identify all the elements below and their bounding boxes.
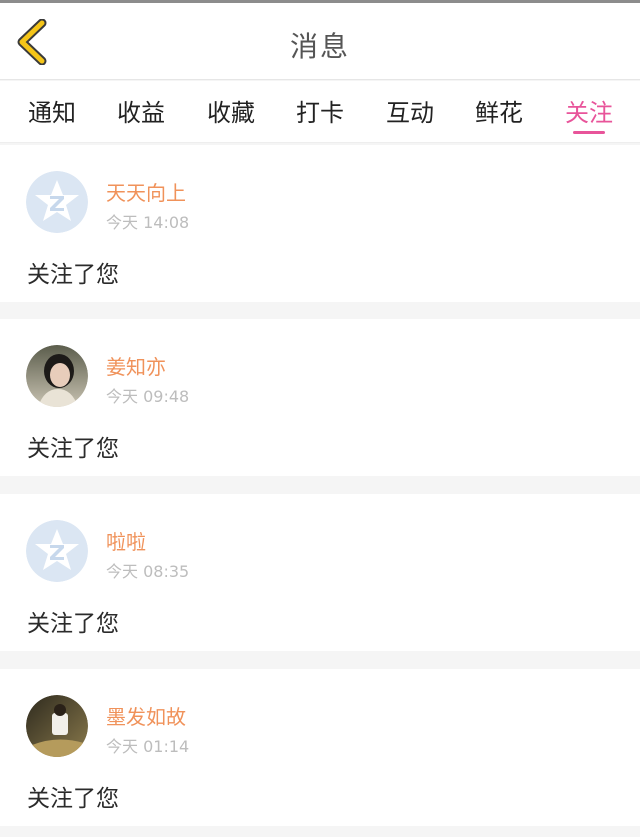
user-name[interactable]: 姜知亦 [106, 351, 166, 380]
timestamp: 今天 01:14 [106, 737, 190, 756]
avatar[interactable] [26, 695, 88, 757]
tab-flowers[interactable]: 鲜花 [464, 93, 534, 139]
user-photo [26, 345, 88, 407]
notification-text: 关注了您 [27, 262, 119, 288]
list-item[interactable]: 啦啦 今天 08:35 关注了您 [0, 494, 640, 651]
list-item[interactable]: 天天向上 今天 14:08 关注了您 [0, 145, 640, 302]
tab-follow-label: 关注 [565, 99, 613, 127]
list-item[interactable]: 墨发如故 今天 01:14 关注了您 [0, 669, 640, 826]
notification-text: 关注了您 [27, 786, 119, 812]
header-bar: 消息 [0, 3, 640, 80]
tab-favorites[interactable]: 收藏 [196, 93, 266, 139]
notification-text: 关注了您 [27, 436, 119, 462]
tab-follow[interactable]: 关注 [554, 93, 624, 139]
tab-bar: 通知 收益 收藏 打卡 互动 鲜花 关注 [0, 81, 640, 143]
timestamp: 今天 09:48 [106, 387, 190, 406]
user-photo [26, 695, 88, 757]
active-tab-indicator [573, 131, 605, 134]
tab-notifications[interactable]: 通知 [17, 93, 87, 139]
tab-checkin[interactable]: 打卡 [285, 93, 355, 139]
notification-text: 关注了您 [27, 611, 119, 637]
list-item[interactable]: 姜知亦 今天 09:48 关注了您 [0, 319, 640, 476]
avatar[interactable] [26, 520, 88, 582]
user-name[interactable]: 墨发如故 [106, 701, 186, 730]
tab-earnings[interactable]: 收益 [106, 93, 176, 139]
page-title: 消息 [289, 30, 350, 63]
timestamp: 今天 14:08 [106, 213, 190, 232]
default-avatar-icon [26, 171, 88, 233]
timestamp: 今天 08:35 [106, 562, 190, 581]
default-avatar-icon [26, 520, 88, 582]
tab-interaction[interactable]: 互动 [375, 93, 445, 139]
avatar[interactable] [26, 171, 88, 233]
user-name[interactable]: 天天向上 [106, 177, 186, 206]
user-name[interactable]: 啦啦 [106, 526, 146, 555]
avatar[interactable] [26, 345, 88, 407]
